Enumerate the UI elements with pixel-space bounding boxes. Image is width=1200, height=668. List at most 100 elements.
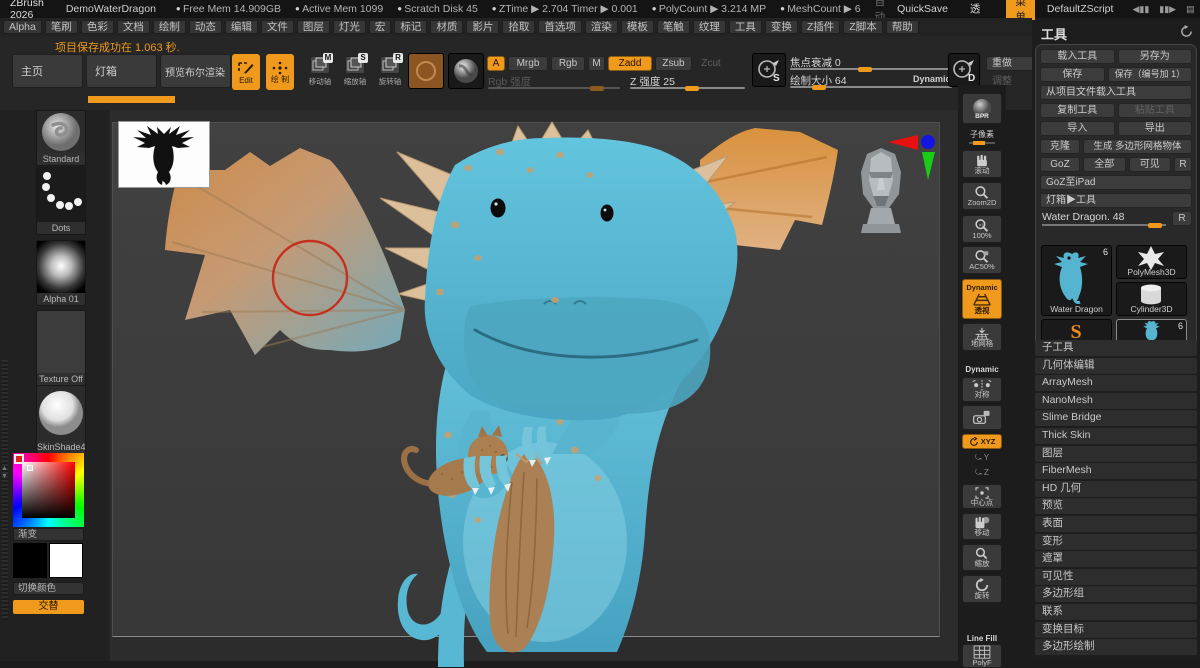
move-canvas-button[interactable]: 移动 [962,513,1002,540]
menu-item[interactable]: 模板 [621,20,654,34]
menu-item[interactable]: 影片 [466,20,499,34]
active-tool-thumbnail[interactable]: 6 Water Dragon [1041,245,1112,316]
redo-button[interactable]: 重做 [986,56,1032,71]
main-color-swatch[interactable] [13,543,47,578]
slider-r-button[interactable]: R [1172,211,1192,226]
menu-item[interactable]: 纹理 [693,20,726,34]
menu-item[interactable]: 图层 [297,20,330,34]
panel-icon[interactable]: ▤ [1186,4,1195,15]
stroke-s-button[interactable]: S [752,53,786,87]
subpalette-header[interactable]: 变换目标 [1035,622,1197,638]
antialiased-half-button[interactable]: AC50% [962,246,1002,274]
focal-shift-track[interactable] [790,68,952,70]
rotate-z-button[interactable]: ⤿ Z [958,468,1006,478]
subpalette-header[interactable]: 多边形组 [1035,586,1197,602]
dragon-silhouette-thumbnail[interactable] [118,121,210,188]
menu-item[interactable]: 首选项 [538,20,582,34]
draw-button[interactable]: 绘 制 [266,54,294,90]
lightbox-tool-button[interactable]: 灯箱▶工具 [1040,193,1192,208]
subpalette-header[interactable]: 可见性 [1035,569,1197,585]
gyro-move-button[interactable]: M 移动轴 [305,56,335,92]
rgb-button[interactable]: Rgb [551,56,585,71]
load-tool-button[interactable]: 载入工具 [1040,49,1115,64]
axis-gizmo[interactable] [880,130,942,185]
floor-grid-button[interactable]: 地网格 [962,323,1002,351]
subpalette-header[interactable]: Slime Bridge [1035,410,1197,426]
switch-colors-button[interactable]: 切换颜色 [13,582,84,595]
copy-tool-button[interactable]: 复制工具 [1040,103,1115,118]
menu-item[interactable]: 拾取 [502,20,535,34]
canvas-area[interactable] [110,110,960,661]
zoom2d-button[interactable]: Zoom2D [962,182,1002,210]
menu-item[interactable]: Z脚本 [843,20,882,34]
anchor-toggle[interactable]: A [487,56,505,71]
menu-item[interactable]: 文件 [261,20,294,34]
texture-selector[interactable]: Texture Off [36,310,86,386]
rotate-y-button[interactable]: ⤿ Y [958,453,1006,463]
subpalette-header[interactable]: 联系 [1035,604,1197,620]
menu-item[interactable]: 色彩 [81,20,114,34]
save-as-button[interactable]: 另存为 [1118,49,1193,64]
zoom-canvas-button[interactable]: 缩放 [962,544,1002,571]
home-button[interactable]: 主页 [12,54,83,88]
color-picker[interactable] [13,453,84,527]
paste-tool-button[interactable]: 粘贴工具 [1118,103,1193,118]
mrgb-button[interactable]: Mrgb [508,56,548,71]
lightbox-button[interactable]: 灯箱 [86,54,157,88]
gradient-row[interactable]: 渐变 [13,528,84,541]
subpalette-header[interactable]: 子工具 [1035,340,1197,356]
zscript-button[interactable]: DefaultZScript [1047,3,1114,15]
rotate-xyz-button[interactable]: XYZ [962,434,1002,449]
reload-palette-icon[interactable] [1180,25,1193,38]
gyro-scale-button[interactable]: S 缩放轴 [340,56,370,92]
subpalette-header[interactable]: ArrayMesh [1035,375,1197,391]
local-transform-button[interactable] [962,405,1002,430]
subpalette-header[interactable]: 预览 [1035,498,1197,514]
document-viewport[interactable] [112,122,940,637]
rotate-canvas-button[interactable]: 旋转 [962,575,1002,603]
subpixel-slider[interactable]: 子像素 [958,129,1006,144]
active-tool-slider[interactable]: Water Dragon. 48 R [1040,211,1192,228]
rgb-intensity-handle[interactable] [590,86,604,91]
stroke-selector[interactable]: Dots [36,167,86,235]
left-tray-toggle-icon[interactable]: ◀▮▮ [1132,4,1149,15]
alpha-selector[interactable]: Alpha 01 [36,240,86,306]
subpalette-header[interactable]: Thick Skin [1035,428,1197,444]
menu-item[interactable]: 动态 [189,20,222,34]
polymesh3d-thumbnail[interactable]: PolyMesh3D [1116,245,1187,279]
menu-item[interactable]: 标记 [394,20,427,34]
make-polymesh-button[interactable]: 生成 多边形网格物体 [1083,139,1192,154]
secondary-color-swatch[interactable] [49,543,83,578]
menu-item[interactable]: 绘制 [153,20,186,34]
subpalette-header[interactable]: 几何体编辑 [1035,358,1197,374]
subpalette-header[interactable]: 遮罩 [1035,551,1197,567]
quicksave-button[interactable]: QuickSave [897,3,948,15]
subpalette-header[interactable]: 变形 [1035,534,1197,550]
zsub-button[interactable]: Zsub [655,56,692,71]
subpalette-header[interactable]: 表面 [1035,516,1197,532]
save-numbered-button[interactable]: 保存（编号加 1） [1108,67,1192,82]
goz-r-button[interactable]: R [1174,157,1192,172]
menu-item[interactable]: 笔触 [657,20,690,34]
symmetry-button[interactable]: 对称 [962,377,1002,402]
actual-size-button[interactable]: ×1 100% [962,215,1002,243]
preview-boolean-button[interactable]: 预览布尔渲染 [160,54,231,88]
current-material-button[interactable] [448,53,484,89]
goz-ipad-button[interactable]: GoZ至iPad [1040,175,1192,190]
edit-button[interactable]: Edit [232,54,260,90]
cylinder3d-thumbnail[interactable]: Cylinder3D [1116,282,1187,316]
load-from-project-button[interactable]: 从项目文件载入工具 [1040,85,1192,100]
menu-item[interactable]: 帮助 [886,20,919,34]
zadd-button[interactable]: Zadd [608,56,652,71]
right-tray-toggle-icon[interactable]: ▮▮▶ [1159,4,1176,15]
focal-shift-handle[interactable] [858,67,872,72]
goz-button[interactable]: GoZ [1040,157,1080,172]
subpalette-header[interactable]: 多边形绘制 [1035,639,1197,655]
scroll-button[interactable]: 滚动 [962,150,1002,178]
bpr-button[interactable]: BPR [962,93,1002,124]
menu-item[interactable]: 宏 [369,20,392,34]
perspective-button[interactable]: Dynamic 透视 [962,279,1002,319]
menu-item[interactable]: 灯光 [333,20,366,34]
current-brush-button[interactable] [408,53,444,89]
subpalette-header[interactable]: NanoMesh [1035,393,1197,409]
